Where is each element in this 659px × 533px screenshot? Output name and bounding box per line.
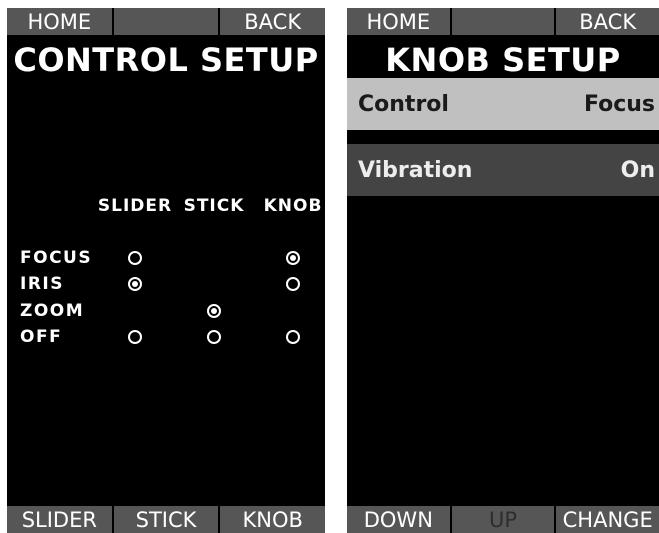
column-header-knob: KNOB [263,196,323,216]
top-softkeys: HOME BACK [7,8,325,35]
back-button[interactable]: BACK [554,8,659,35]
radio-off-slider[interactable] [128,330,142,344]
bottom-softkeys: DOWN UP CHANGE [347,506,659,533]
slider-button[interactable]: SLIDER [7,506,112,533]
top-softkeys: HOME BACK [347,8,659,35]
row-label-iris: IRIS [20,274,64,294]
page-title: KNOB SETUP [385,41,621,79]
stick-button[interactable]: STICK [111,506,219,533]
radio-focus-knob[interactable] [286,251,300,265]
menu-item-value: On [620,157,655,183]
menu-item-vibration[interactable]: Vibration On [347,144,659,196]
menu-item-label: Vibration [358,157,473,183]
radio-iris-slider[interactable] [128,277,142,291]
radio-iris-knob[interactable] [286,277,300,291]
menu-item-value: Focus [583,91,655,117]
home-button[interactable]: HOME [347,8,450,35]
menu-item-label: Control [358,91,449,117]
knob-button[interactable]: KNOB [218,506,325,533]
down-button[interactable]: DOWN [347,506,450,533]
blank-softkey[interactable] [449,8,555,35]
menu-item-control[interactable]: Control Focus [347,78,659,130]
radio-off-stick[interactable] [207,330,221,344]
radio-zoom-stick[interactable] [207,304,221,318]
row-label-zoom: ZOOM [20,301,85,321]
control-setup-screen: HOME BACK CONTROL SETUP SLIDER STICK KNO… [7,8,325,533]
home-button[interactable]: HOME [7,8,112,35]
knob-setup-screen: HOME BACK KNOB SETUP Control Focus Vibra… [347,8,659,533]
row-label-off: OFF [20,327,63,347]
bottom-softkeys: SLIDER STICK KNOB [7,506,325,533]
row-label-focus: FOCUS [20,248,93,268]
radio-off-knob[interactable] [286,330,300,344]
blank-softkey[interactable] [111,8,219,35]
radio-focus-slider[interactable] [128,251,142,265]
back-button[interactable]: BACK [218,8,325,35]
change-button[interactable]: CHANGE [554,506,659,533]
column-header-stick: STICK [183,196,245,216]
column-header-slider: SLIDER [97,196,173,216]
page-title: CONTROL SETUP [13,41,319,79]
up-button[interactable]: UP [449,506,555,533]
